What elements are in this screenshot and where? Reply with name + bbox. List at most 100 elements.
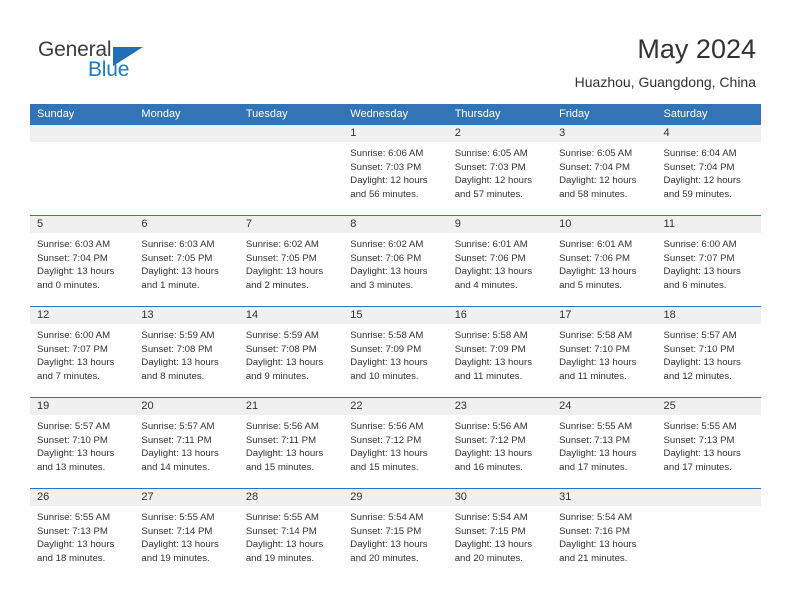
- calendar-day-cell[interactable]: 7 Sunrise: 6:02 AM Sunset: 7:05 PM Daylight…: [238, 215, 344, 307]
- sunset-time: Sunset: 7:13 PM: [559, 434, 631, 446]
- day-cell-inner: 10 Sunrise: 6:01 AM Sunset: 7:06 PM Dayligh…: [552, 216, 657, 306]
- day-number: 3: [552, 125, 657, 142]
- day-details: Sunrise: 6:00 AM Sunset: 7:07 PM Daylight:…: [30, 324, 134, 383]
- calendar-day-cell[interactable]: 3 Sunrise: 6:05 AM Sunset: 7:04 PM Daylight…: [552, 125, 657, 216]
- sunset-time: Sunset: 7:04 PM: [37, 252, 108, 264]
- calendar-day-cell[interactable]: 15 Sunrise: 5:58 AM Sunset: 7:09 PM Dayligh…: [343, 306, 448, 398]
- day-cell-inner: [656, 489, 761, 579]
- day-number: 30: [447, 489, 553, 506]
- calendar-day-cell[interactable]: 18 Sunrise: 5:57 AM Sunset: 7:10 PM Dayligh…: [656, 306, 761, 398]
- daylight-duration-line1: Daylight: 13 hours: [141, 448, 219, 460]
- daylight-duration-line2: and 11 minutes.: [559, 370, 627, 382]
- calendar-day-cell[interactable]: 30 Sunrise: 5:54 AM Sunset: 7:15 PM Dayligh…: [447, 488, 553, 579]
- sunrise-time: Sunrise: 6:04 AM: [663, 148, 737, 159]
- calendar-day-cell[interactable]: 22 Sunrise: 5:56 AM Sunset: 7:12 PM Dayligh…: [343, 397, 448, 489]
- day-cell-inner: 14 Sunrise: 5:59 AM Sunset: 7:08 PM Dayligh…: [238, 307, 344, 397]
- calendar-day-cell[interactable]: 13 Sunrise: 5:59 AM Sunset: 7:08 PM Dayligh…: [134, 306, 239, 398]
- daylight-duration-line2: and 21 minutes.: [559, 552, 628, 564]
- sunrise-time: Sunrise: 6:02 AM: [350, 239, 424, 250]
- daylight-duration-line2: and 12 minutes.: [663, 370, 732, 382]
- day-cell-inner: 1 Sunrise: 6:06 AM Sunset: 7:03 PM Daylight…: [343, 125, 448, 215]
- day-cell-inner: 17 Sunrise: 5:58 AM Sunset: 7:10 PM Dayligh…: [552, 307, 657, 397]
- day-details: Sunrise: 5:58 AM Sunset: 7:09 PM Daylight:…: [343, 324, 447, 383]
- daylight-duration-line2: and 10 minutes.: [350, 370, 419, 382]
- calendar-day-cell[interactable]: 2 Sunrise: 6:05 AM Sunset: 7:03 PM Daylight…: [447, 125, 553, 216]
- daylight-duration-line2: and 11 minutes.: [454, 370, 523, 382]
- calendar-day-cell[interactable]: 14 Sunrise: 5:59 AM Sunset: 7:08 PM Dayligh…: [238, 306, 344, 398]
- day-details: Sunrise: 5:58 AM Sunset: 7:09 PM Daylight:…: [448, 324, 552, 383]
- daylight-duration-line2: and 19 minutes.: [141, 552, 210, 564]
- calendar-day-cell[interactable]: 17 Sunrise: 5:58 AM Sunset: 7:10 PM Dayligh…: [552, 306, 657, 398]
- calendar-day-cell-empty: [238, 125, 344, 216]
- daylight-duration-line1: Daylight: 12 hours: [350, 175, 428, 187]
- daylight-duration-line2: and 5 minutes.: [559, 279, 623, 291]
- sunrise-time: Sunrise: 5:55 AM: [37, 512, 111, 523]
- calendar-day-cell[interactable]: 10 Sunrise: 6:01 AM Sunset: 7:06 PM Dayligh…: [552, 215, 657, 307]
- day-details: Sunrise: 6:01 AM Sunset: 7:06 PM Daylight:…: [552, 233, 656, 292]
- calendar-day-cell[interactable]: 29 Sunrise: 5:54 AM Sunset: 7:15 PM Dayligh…: [343, 488, 448, 579]
- sunrise-time: Sunrise: 5:59 AM: [245, 330, 319, 341]
- calendar-day-cell[interactable]: 26 Sunrise: 5:55 AM Sunset: 7:13 PM Dayligh…: [30, 488, 135, 579]
- title-block: May 2024 Huazhou, Guangdong, China: [575, 32, 756, 92]
- day-number: 26: [30, 489, 135, 506]
- calendar-day-cell[interactable]: 20 Sunrise: 5:57 AM Sunset: 7:11 PM Dayligh…: [134, 397, 239, 489]
- daylight-duration-line1: Daylight: 13 hours: [663, 357, 741, 369]
- sunset-time: Sunset: 7:03 PM: [350, 161, 422, 173]
- day-cell-inner: 9 Sunrise: 6:01 AM Sunset: 7:06 PM Daylight…: [447, 216, 553, 306]
- calendar-day-cell[interactable]: 27 Sunrise: 5:55 AM Sunset: 7:14 PM Dayligh…: [134, 488, 239, 579]
- calendar-day-cell[interactable]: 11 Sunrise: 6:00 AM Sunset: 7:07 PM Dayligh…: [656, 215, 761, 307]
- calendar-day-cell[interactable]: 1 Sunrise: 6:06 AM Sunset: 7:03 PM Daylight…: [343, 125, 448, 216]
- day-cell-inner: 27 Sunrise: 5:55 AM Sunset: 7:14 PM Dayligh…: [134, 489, 239, 579]
- calendar-page: General Blue May 2024 Huazhou, Guangdong…: [0, 0, 792, 612]
- day-number: 27: [134, 489, 239, 506]
- brand-logo[interactable]: General Blue: [38, 38, 158, 84]
- day-details: Sunrise: 6:05 AM Sunset: 7:04 PM Daylight:…: [552, 142, 656, 201]
- daylight-duration-line1: Daylight: 13 hours: [350, 266, 428, 278]
- calendar-day-cell[interactable]: 8 Sunrise: 6:02 AM Sunset: 7:06 PM Daylight…: [343, 215, 448, 307]
- calendar-day-cell-empty: [30, 125, 135, 216]
- day-cell-inner: [134, 125, 239, 215]
- calendar-header-row: Sunday Monday Tuesday Wednesday Thursday…: [30, 104, 761, 125]
- day-cell-inner: 5 Sunrise: 6:03 AM Sunset: 7:04 PM Daylight…: [30, 216, 135, 306]
- day-number: [656, 489, 761, 506]
- daylight-duration-line1: Daylight: 13 hours: [454, 357, 533, 369]
- calendar-day-cell[interactable]: 16 Sunrise: 5:58 AM Sunset: 7:09 PM Dayligh…: [447, 306, 553, 398]
- calendar-day-cell[interactable]: 28 Sunrise: 5:55 AM Sunset: 7:14 PM Dayligh…: [238, 488, 344, 579]
- day-number: 15: [343, 307, 448, 324]
- daylight-duration-line1: Daylight: 13 hours: [559, 357, 637, 369]
- sunset-time: Sunset: 7:05 PM: [141, 252, 213, 264]
- day-details: Sunrise: 5:54 AM Sunset: 7:15 PM Daylight:…: [448, 506, 552, 565]
- sunrise-time: Sunrise: 5:56 AM: [350, 421, 424, 432]
- calendar-day-cell[interactable]: 4 Sunrise: 6:04 AM Sunset: 7:04 PM Daylight…: [656, 125, 761, 216]
- calendar-day-cell[interactable]: 31 Sunrise: 5:54 AM Sunset: 7:16 PM Dayligh…: [552, 488, 657, 579]
- weekday-header-sunday: Sunday: [30, 104, 135, 125]
- daylight-duration-line1: Daylight: 13 hours: [350, 357, 428, 369]
- day-details: Sunrise: 5:56 AM Sunset: 7:12 PM Daylight:…: [448, 415, 552, 474]
- day-details: Sunrise: 6:02 AM Sunset: 7:06 PM Daylight:…: [343, 233, 447, 292]
- sunset-time: Sunset: 7:14 PM: [245, 525, 317, 537]
- day-details: Sunrise: 6:02 AM Sunset: 7:05 PM Daylight:…: [239, 233, 343, 292]
- day-cell-inner: 15 Sunrise: 5:58 AM Sunset: 7:09 PM Dayligh…: [343, 307, 448, 397]
- calendar-day-cell[interactable]: 12 Sunrise: 6:00 AM Sunset: 7:07 PM Dayligh…: [30, 306, 135, 398]
- calendar-day-cell[interactable]: 25 Sunrise: 5:55 AM Sunset: 7:13 PM Dayligh…: [656, 397, 761, 489]
- day-details: Sunrise: 5:55 AM Sunset: 7:13 PM Daylight:…: [30, 506, 134, 565]
- daylight-duration-line2: and 59 minutes.: [663, 188, 732, 200]
- daylight-duration-line1: Daylight: 13 hours: [663, 448, 741, 460]
- calendar-day-cell[interactable]: 21 Sunrise: 5:56 AM Sunset: 7:11 PM Dayligh…: [238, 397, 344, 489]
- calendar-day-cell[interactable]: 19 Sunrise: 5:57 AM Sunset: 7:10 PM Dayligh…: [30, 397, 135, 489]
- daylight-duration-line2: and 15 minutes.: [245, 461, 315, 473]
- sunrise-time: Sunrise: 6:00 AM: [663, 239, 737, 250]
- daylight-duration-line2: and 17 minutes.: [663, 461, 732, 473]
- daylight-duration-line2: and 58 minutes.: [559, 188, 628, 200]
- calendar-day-cell[interactable]: 9 Sunrise: 6:01 AM Sunset: 7:06 PM Daylight…: [447, 215, 553, 307]
- weekday-header-friday: Friday: [552, 104, 657, 125]
- calendar-day-cell[interactable]: 5 Sunrise: 6:03 AM Sunset: 7:04 PM Daylight…: [30, 215, 135, 307]
- calendar-day-cell[interactable]: 6 Sunrise: 6:03 AM Sunset: 7:05 PM Daylight…: [134, 215, 239, 307]
- daylight-duration-line2: and 18 minutes.: [37, 552, 106, 564]
- calendar-day-cell[interactable]: 23 Sunrise: 5:56 AM Sunset: 7:12 PM Dayligh…: [447, 397, 553, 489]
- sunrise-time: Sunrise: 6:03 AM: [37, 239, 111, 250]
- day-cell-inner: 4 Sunrise: 6:04 AM Sunset: 7:04 PM Daylight…: [656, 125, 761, 215]
- sunrise-time: Sunrise: 6:05 AM: [454, 148, 528, 159]
- day-number: [30, 125, 135, 142]
- calendar-day-cell[interactable]: 24 Sunrise: 5:55 AM Sunset: 7:13 PM Dayligh…: [552, 397, 657, 489]
